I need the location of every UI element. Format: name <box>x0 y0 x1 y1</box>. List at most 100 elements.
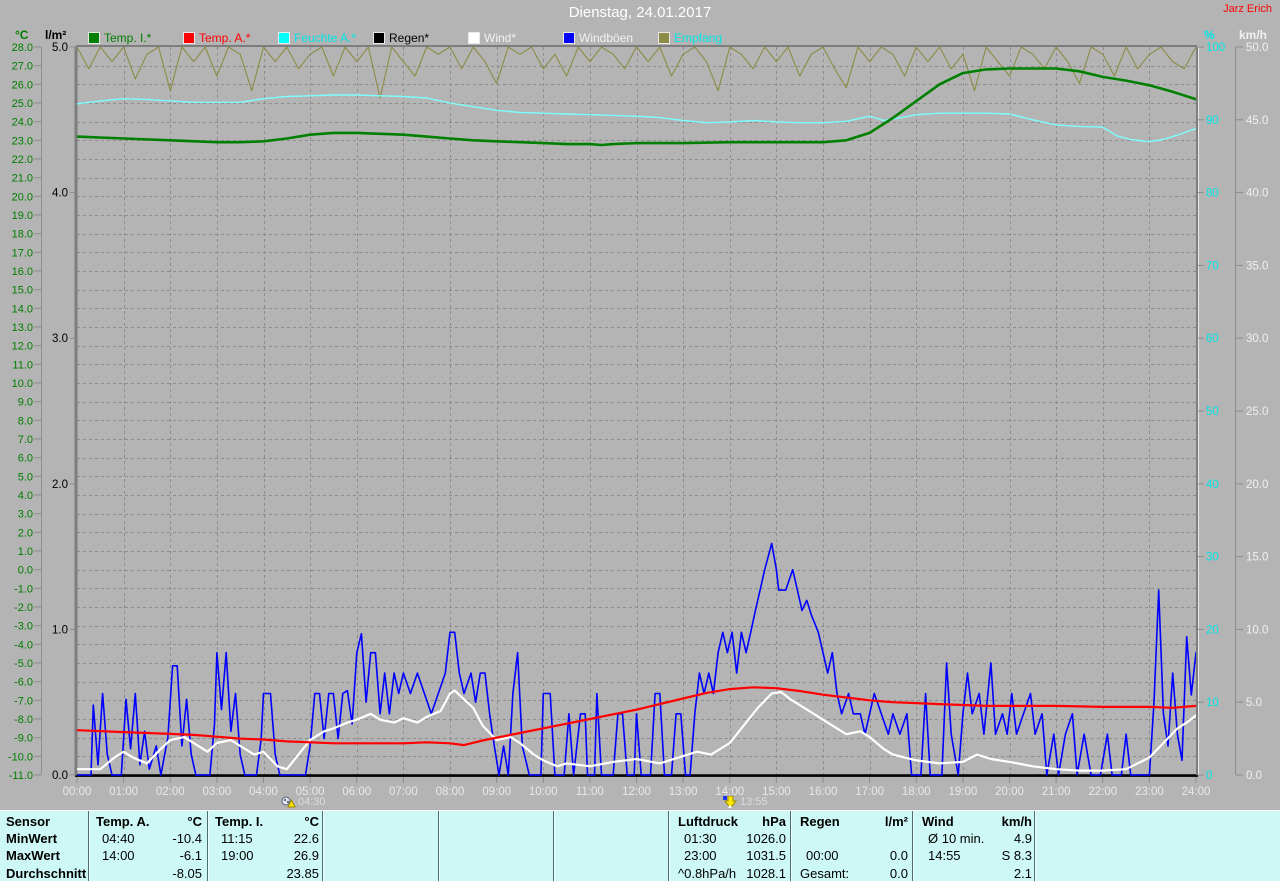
event-marker-time: 04:30 <box>298 796 326 808</box>
svg-text:26.0: 26.0 <box>12 79 33 91</box>
sensor-unit: °C <box>187 813 202 830</box>
svg-text:15.0: 15.0 <box>12 285 33 297</box>
svg-text:14.0: 14.0 <box>12 303 33 315</box>
svg-text:17.0: 17.0 <box>12 247 33 259</box>
svg-text:1.0: 1.0 <box>52 624 68 636</box>
min-value: 22.6 <box>294 830 319 847</box>
avg-label <box>94 865 102 881</box>
svg-text:40: 40 <box>1206 479 1219 491</box>
svg-text:20: 20 <box>1206 624 1219 636</box>
svg-text:50.0: 50.0 <box>1246 42 1268 54</box>
svg-text:35.0: 35.0 <box>1246 260 1268 272</box>
svg-text:80: 80 <box>1206 188 1219 200</box>
sensor-unit: l/m² <box>885 813 908 830</box>
svg-text:90: 90 <box>1206 115 1219 127</box>
table-separator <box>207 811 208 881</box>
svg-text:23.0: 23.0 <box>12 135 33 147</box>
row-label-sensor: Sensor <box>6 813 86 830</box>
svg-text:0: 0 <box>1206 770 1212 782</box>
min-time: 01:30 <box>676 830 717 847</box>
sensor-name: Wind <box>920 813 954 830</box>
svg-text:5.0: 5.0 <box>18 471 33 483</box>
avg-value: 1028.1 <box>746 865 786 881</box>
svg-text:06:00: 06:00 <box>342 786 371 798</box>
avg-value: 0.0 <box>890 865 908 881</box>
svg-text:100: 100 <box>1206 42 1225 54</box>
svg-text:0.0: 0.0 <box>52 770 68 782</box>
svg-text:50: 50 <box>1206 406 1219 418</box>
svg-text:18.0: 18.0 <box>12 229 33 241</box>
summary-table: Sensor MinWert MaxWert Durchschnitt Temp… <box>0 810 1280 881</box>
min-time: 04:40 <box>94 830 135 847</box>
max-time: 00:00 <box>798 847 839 864</box>
svg-text:22.0: 22.0 <box>12 154 33 166</box>
min-time <box>798 830 806 847</box>
table-separator <box>553 811 554 881</box>
gridlines <box>77 47 1196 775</box>
axis-wind-kmh: 0.05.010.015.020.025.030.035.040.045.050… <box>1236 42 1269 782</box>
svg-text:23:00: 23:00 <box>1135 786 1164 798</box>
sensor-name: Temp. A. <box>94 813 149 830</box>
svg-text:-7.0: -7.0 <box>14 695 33 707</box>
svg-text:08:00: 08:00 <box>436 786 465 798</box>
svg-text:20.0: 20.0 <box>12 191 33 203</box>
row-label-avg: Durchschnitt <box>6 865 86 881</box>
svg-text:10:00: 10:00 <box>529 786 558 798</box>
avg-label: Gesamt: <box>798 865 849 881</box>
svg-text:21.0: 21.0 <box>12 173 33 185</box>
svg-text:03:00: 03:00 <box>202 786 231 798</box>
table-separator <box>1034 811 1035 881</box>
svg-text:70: 70 <box>1206 260 1219 272</box>
svg-text:6.0: 6.0 <box>18 453 33 465</box>
event-marker-0430: 04:30 <box>281 796 326 808</box>
svg-text:-1.0: -1.0 <box>14 583 33 595</box>
svg-text:-2.0: -2.0 <box>14 602 33 614</box>
axis-humidity-pct: 0102030405060708090100 <box>1198 42 1225 782</box>
svg-text:10.0: 10.0 <box>12 378 33 390</box>
table-separator <box>88 811 89 881</box>
svg-text:10: 10 <box>1206 697 1219 709</box>
series-temp-i <box>77 69 1196 146</box>
svg-text:27.0: 27.0 <box>12 61 33 73</box>
svg-text:4.0: 4.0 <box>52 188 68 200</box>
summary-group-temp-a: Temp. A.°C 04:40-10.4 14:00-6.1 -8.05 <box>94 813 202 881</box>
svg-text:22:00: 22:00 <box>1088 786 1117 798</box>
series-empfang <box>77 47 1196 98</box>
axis-rain-lm2: 0.01.02.03.04.05.0 <box>52 42 76 782</box>
weather-chart-window: Dienstag, 24.01.2017 Jarz Erich °C l/m² … <box>0 0 1280 881</box>
svg-text:40.0: 40.0 <box>1246 188 1268 200</box>
svg-text:15.0: 15.0 <box>1246 552 1268 564</box>
avg-value: -8.05 <box>172 865 202 881</box>
summary-row-labels: Sensor MinWert MaxWert Durchschnitt <box>6 813 86 881</box>
svg-text:19.0: 19.0 <box>12 210 33 222</box>
sun-event-icon <box>281 796 296 808</box>
svg-text:11.0: 11.0 <box>12 359 33 371</box>
chart-plot: -11.0-10.0-9.0-8.0-7.0-6.0-5.0-4.0-3.0-2… <box>0 0 1280 881</box>
summary-group-temp-i: Temp. I.°C 11:1522.6 19:0026.9 23.85 <box>213 813 319 881</box>
avg-value: 2.1 <box>1014 865 1032 881</box>
svg-text:25.0: 25.0 <box>1246 406 1268 418</box>
svg-text:60: 60 <box>1206 333 1219 345</box>
min-time: 11:15 <box>213 830 253 847</box>
series-lines <box>77 47 1196 775</box>
svg-text:-8.0: -8.0 <box>14 714 33 726</box>
svg-text:20:00: 20:00 <box>995 786 1024 798</box>
svg-text:11:00: 11:00 <box>576 786 604 798</box>
table-separator <box>438 811 439 881</box>
svg-text:-11.0: -11.0 <box>9 770 33 782</box>
svg-text:09:00: 09:00 <box>482 786 511 798</box>
sensor-unit: °C <box>304 813 319 830</box>
sensor-unit: hPa <box>762 813 786 830</box>
row-label-max: MaxWert <box>6 847 86 864</box>
svg-text:9.0: 9.0 <box>18 397 33 409</box>
svg-text:5.0: 5.0 <box>1246 697 1262 709</box>
axis-time: 00:0001:0002:0003:0004:0005:0006:0007:00… <box>63 777 1211 798</box>
min-value: -10.4 <box>172 830 202 847</box>
svg-text:25.0: 25.0 <box>12 98 33 110</box>
svg-text:3.0: 3.0 <box>18 509 33 521</box>
svg-text:2.0: 2.0 <box>18 527 33 539</box>
svg-text:24:00: 24:00 <box>1182 786 1211 798</box>
svg-text:01:00: 01:00 <box>109 786 138 798</box>
svg-text:13.0: 13.0 <box>12 322 33 334</box>
min-time: Ø 10 min. <box>920 830 984 847</box>
